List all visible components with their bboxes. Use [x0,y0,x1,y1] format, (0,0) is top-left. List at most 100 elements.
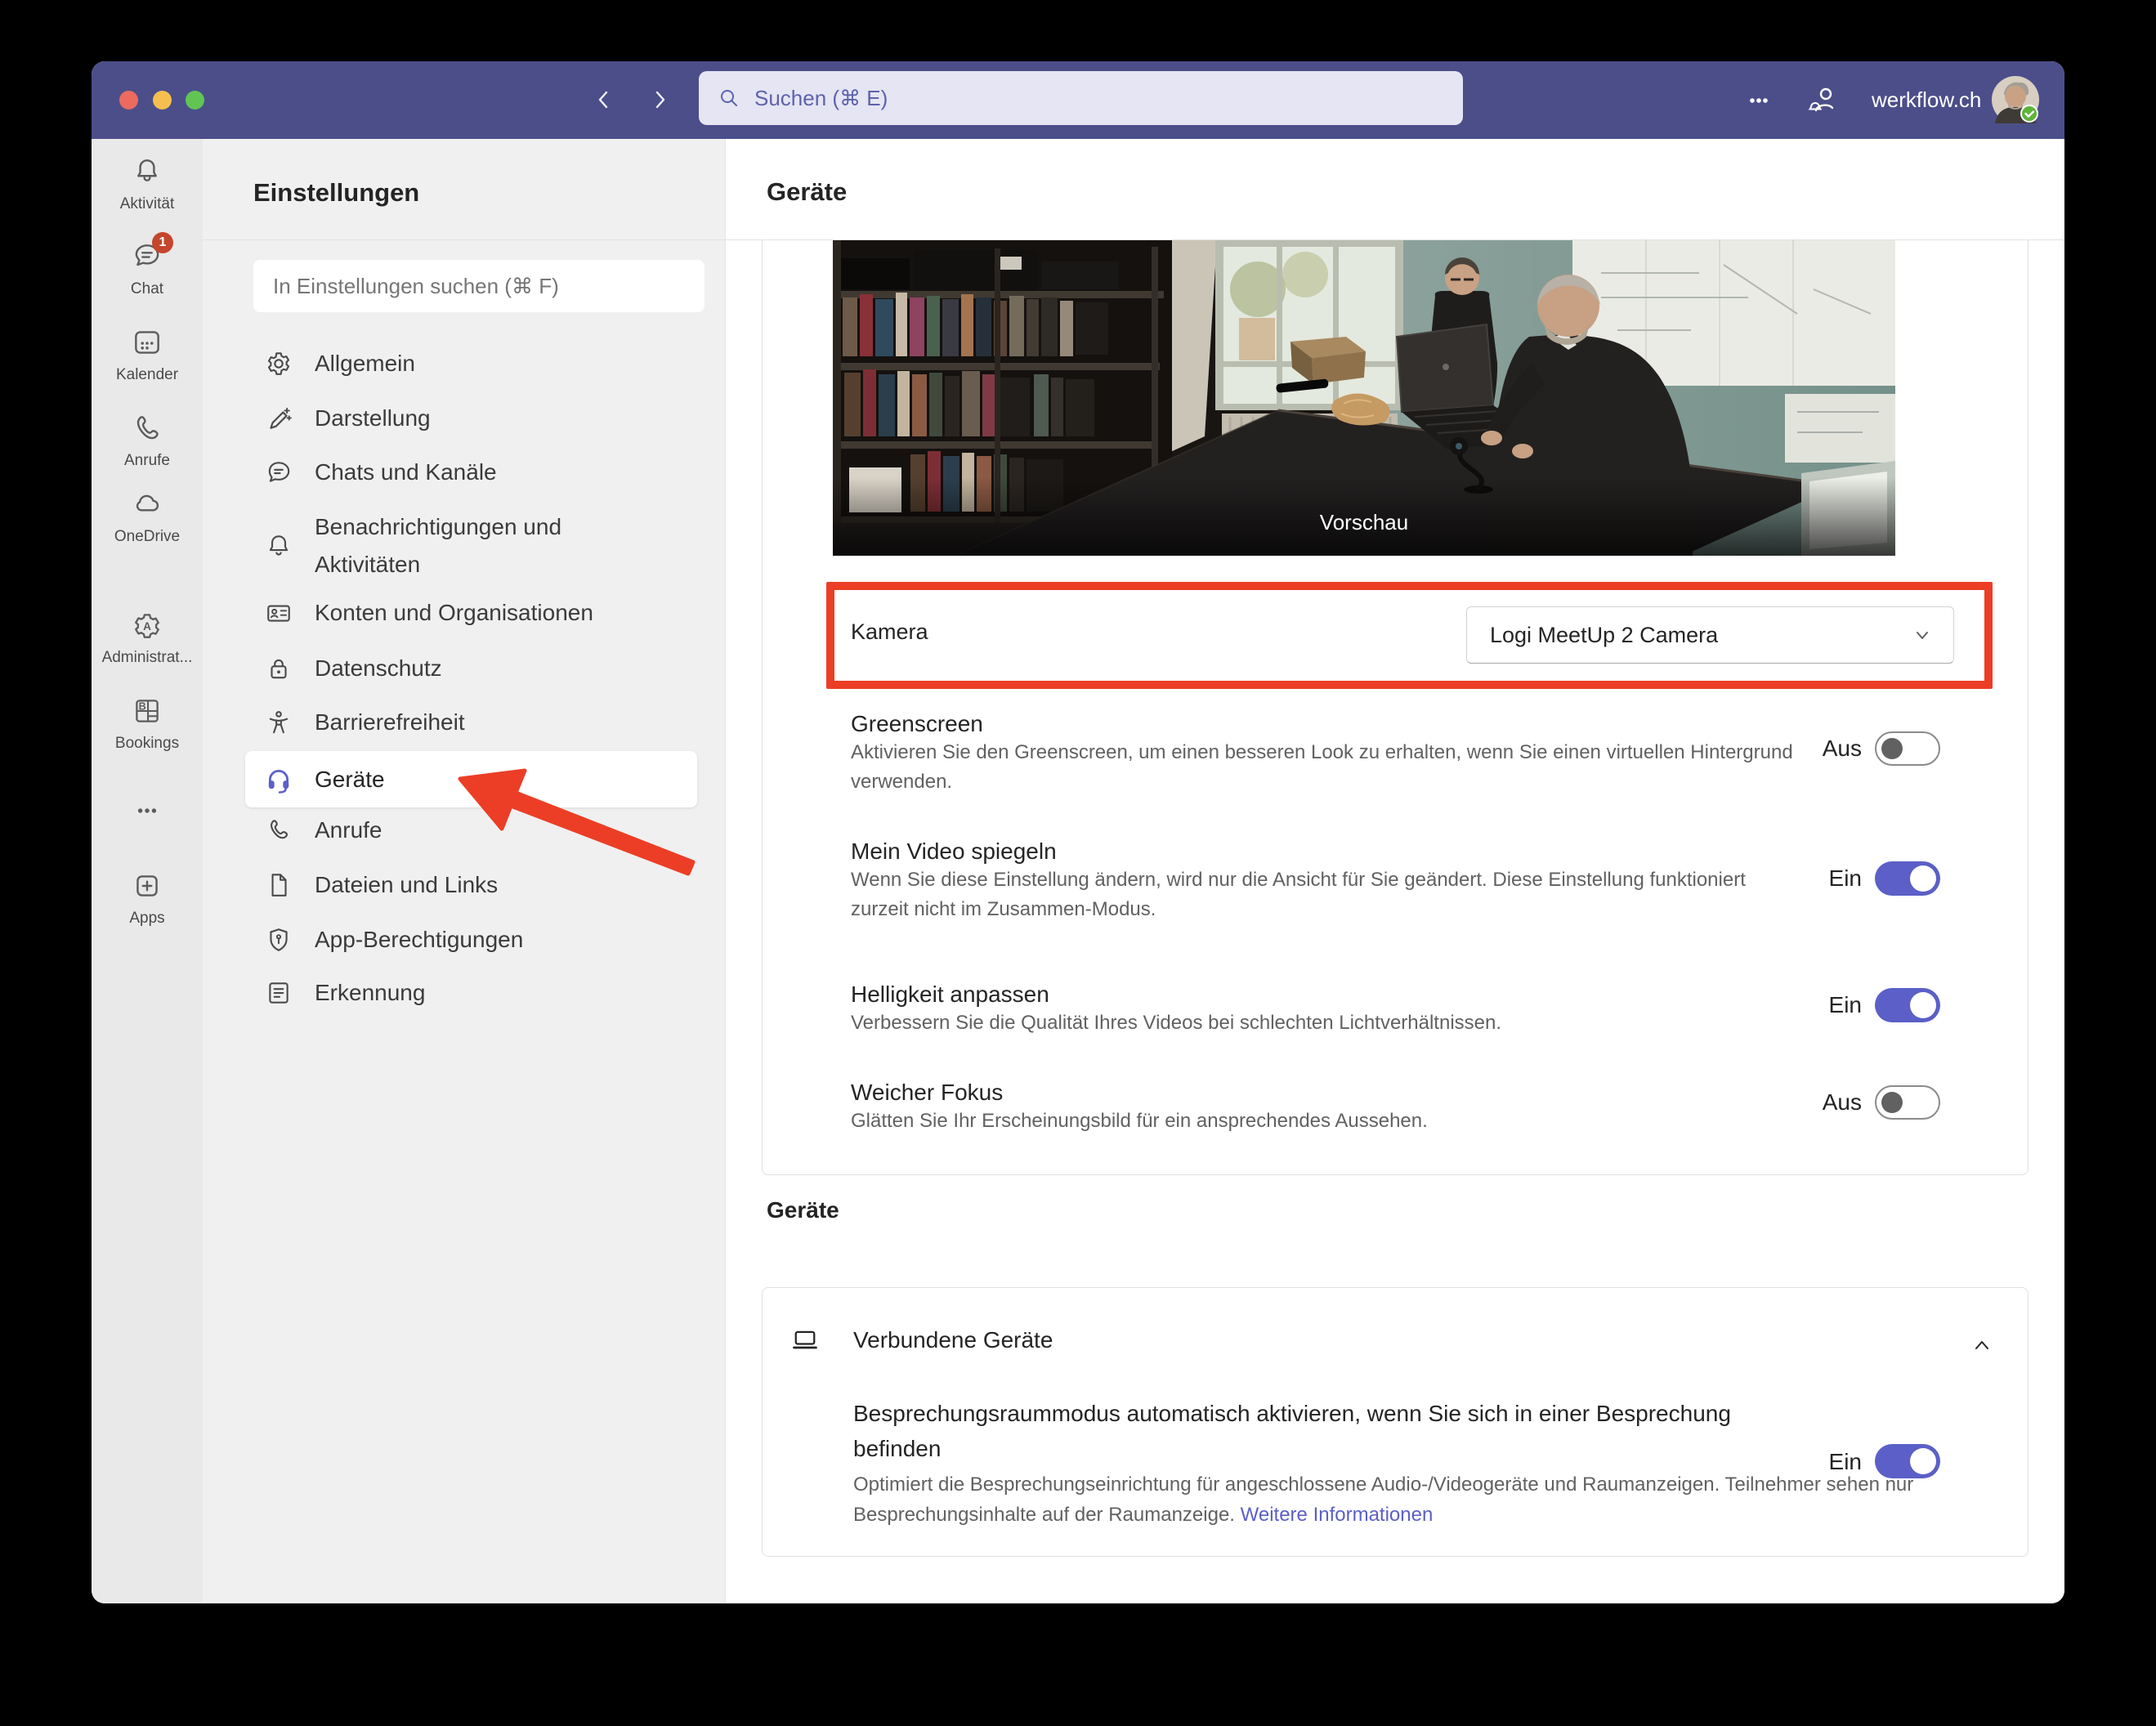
settings-sidebar: Einstellungen Allgemein Darstellung Chat… [203,139,726,1603]
toggle-state-label: Aus [1768,1089,1862,1116]
account-name: werkflow.ch [1872,87,1981,113]
camera-preview-scene [833,240,1895,556]
rail-item-apps[interactable]: Apps [92,868,203,928]
sidebar-item-label: Benachrichtigungen und Aktivitäten [315,508,584,584]
room-mode-description: Optimiert die Besprechungseinrichtung fü… [853,1469,1916,1530]
sidebar-item-anrufe[interactable]: Anrufe [245,805,697,856]
bookings-icon: B [129,693,165,729]
toggle-title: Mein Video spiegeln [851,838,1057,865]
sidebar-item-darstellung[interactable]: Darstellung [245,393,697,444]
toggle-description: Wenn Sie diese Einstellung ändern, wird … [851,865,1807,924]
camera-dropdown-value: Logi MeetUp 2 Camera [1490,623,1718,648]
rail-item-label: Aktivität [120,195,175,213]
close-window-button[interactable] [119,91,138,110]
settings-search-input[interactable] [253,273,683,300]
rail-item-label: OneDrive [114,528,180,546]
rail-item-admin[interactable]: A Administrat... [92,607,203,667]
rail-item-label: Chat [131,280,163,298]
more-options-icon[interactable] [1742,84,1775,117]
sidebar-item-geraete[interactable]: Geräte [245,751,697,807]
devices-section-header: Geräte [767,1197,839,1223]
chat-icon [265,458,293,486]
connected-devices-card: Verbundene Geräte Besprechungsraummodus … [762,1287,2029,1557]
more-icon [129,793,165,829]
titlebar: werkflow.ch [92,61,2064,139]
sidebar-item-label: Barrierefreiheit [315,709,465,736]
laptop-icon [790,1326,820,1355]
rail-item-activity[interactable]: Aktivität [92,154,203,213]
mirror-video-toggle[interactable] [1875,861,1940,896]
presence-person-icon[interactable] [1806,83,1841,118]
phone-icon [129,410,165,446]
sidebar-item-allgemein[interactable]: Allgemein [245,338,697,389]
connected-devices-title: Verbundene Geräte [853,1327,1053,1353]
rail-item-label: Bookings [115,735,179,753]
camera-settings-card: Vorschau Kamera Logi MeetUp 2 Camera Gre… [762,240,2029,1175]
camera-dropdown[interactable]: Logi MeetUp 2 Camera [1466,606,1954,664]
room-mode-toggle[interactable] [1875,1444,1940,1478]
sidebar-item-label: Chats und Kanäle [315,459,497,485]
settings-main: Geräte [726,139,2064,1603]
sidebar-item-chats-und-kanaele[interactable]: Chats und Kanäle [245,447,697,498]
search-icon [718,87,740,109]
document-icon [265,979,293,1007]
rail-item-calendar[interactable]: Kalender [92,324,203,384]
admin-gear-icon: A [129,607,165,643]
file-icon [265,871,293,899]
rail-item-onedrive[interactable]: OneDrive [92,486,203,546]
screen: werkflow.ch Aktivität [0,0,2156,1726]
rail-item-label: Administrat... [102,649,193,667]
toggle-knob [1881,1092,1903,1113]
sidebar-item-benachrichtigungen[interactable]: Benachrichtigungen und Aktivitäten [245,507,697,585]
id-card-icon [265,599,293,627]
search-input[interactable] [753,85,1410,112]
toggle-description: Aktivieren Sie den Greenscreen, um einen… [851,738,1807,797]
sidebar-item-konten[interactable]: Konten und Organisationen [245,588,697,638]
sidebar-item-dateien[interactable]: Dateien und Links [245,860,697,910]
zoom-window-button[interactable] [186,91,204,110]
back-button[interactable] [590,86,618,114]
wand-icon [265,405,293,432]
header-divider [203,239,2064,240]
sidebar-item-erkennung[interactable]: Erkennung [245,968,697,1018]
camera-label: Kamera [851,619,928,645]
rail-item-chat[interactable]: 1 Chat [92,239,203,298]
greenscreen-toggle[interactable] [1875,731,1940,766]
teams-window: werkflow.ch Aktivität [92,61,2064,1603]
adjust-brightness-toggle[interactable] [1875,988,1940,1022]
chevron-up-icon[interactable] [1969,1333,1995,1359]
rail-item-more[interactable] [92,793,203,829]
global-search[interactable] [699,71,1463,125]
rail-item-calls[interactable]: Anrufe [92,410,203,470]
bell-icon [129,154,165,190]
titlebar-actions: werkflow.ch [1742,61,1981,139]
toggle-state-label: Ein [1768,865,1862,892]
minimize-window-button[interactable] [153,91,172,110]
sidebar-item-label: Geräte [315,767,385,793]
forward-button[interactable] [646,86,673,114]
cloud-icon [129,486,165,522]
avatar[interactable] [1992,76,2039,123]
settings-search[interactable] [253,260,705,312]
app-rail: Aktivität 1 Chat Kalender Anrufe [92,139,203,1603]
rail-item-label: Apps [129,910,164,928]
rail-item-bookings[interactable]: B Bookings [92,693,203,753]
soft-focus-toggle[interactable] [1875,1085,1940,1120]
shield-icon [265,926,293,954]
toggle-state-label: Ein [1768,992,1862,1018]
toggle-knob [1910,1448,1936,1474]
toggle-state-label: Ein [1768,1449,1862,1475]
sidebar-item-label: Erkennung [315,980,425,1006]
page-title: Geräte [767,177,847,207]
rail-item-label: Anrufe [124,452,170,470]
accessibility-icon [265,709,293,736]
sidebar-item-app-berechtigungen[interactable]: App-Berechtigungen [245,914,697,965]
sidebar-item-datenschutz[interactable]: Datenschutz [245,643,697,694]
chat-badge: 1 [152,232,173,253]
svg-text:B: B [139,700,146,712]
sidebar-item-label: App-Berechtigungen [315,927,523,953]
sidebar-item-barrierefreiheit[interactable]: Barrierefreiheit [245,697,697,748]
toggle-description: Verbessern Sie die Qualität Ihres Videos… [851,1008,1807,1038]
more-information-link[interactable]: Weitere Informationen [1241,1504,1434,1526]
room-mode-title: Besprechungsraummodus automatisch aktivi… [853,1396,1818,1466]
